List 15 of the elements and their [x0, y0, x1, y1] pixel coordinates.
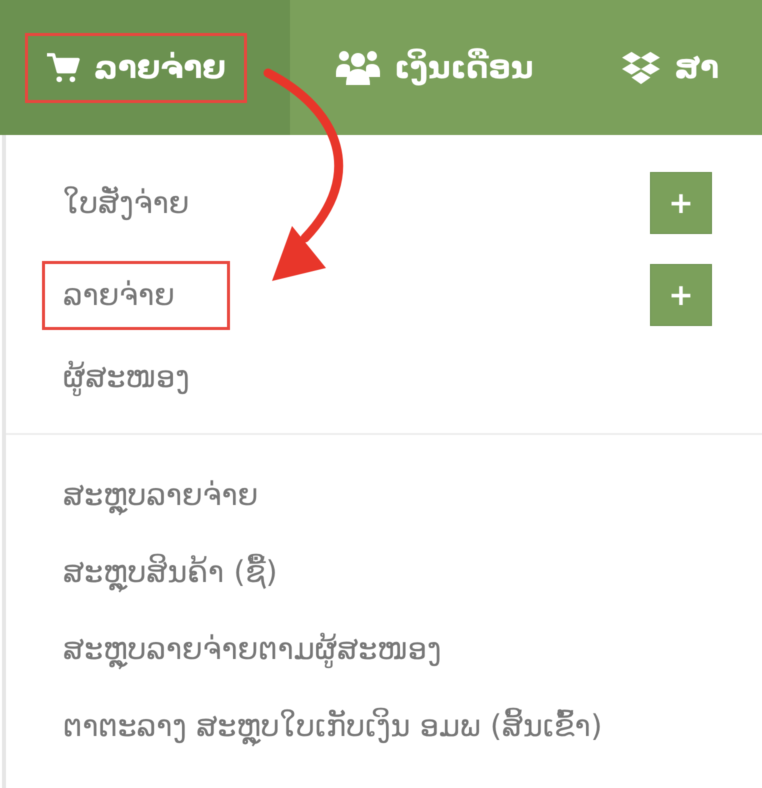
menu-item[interactable]: ລາຍຈ່າຍ	[42, 260, 230, 330]
menu-item[interactable]: ຜູ້ສະໜອງ	[42, 342, 211, 412]
nav-tab[interactable]: ລາຍຈ່າຍ	[0, 0, 290, 135]
menu-item[interactable]: ສະຫຼຸບລາຍຈ່າຍຕາມຜູ້ສະໜອງ	[42, 615, 462, 684]
boxes-icon	[622, 50, 660, 86]
add-button[interactable]: +	[650, 172, 712, 234]
menu-item[interactable]: ສະຫຼຸບສິນຄ້າ (ຊື້)	[42, 538, 298, 607]
add-button[interactable]: +	[650, 264, 712, 326]
menu-item[interactable]: ໃບສັ່ງຈ່າຍ	[42, 168, 210, 238]
nav-tab[interactable]: ເງິນເດືອນ	[290, 0, 576, 135]
cart-icon	[46, 52, 80, 84]
menu-item[interactable]: ຕາຕະລາງ ສະຫຼຸບໃບເກັບເງິນ ອມພ (ສິ້ນເຂົ້າ)	[42, 692, 624, 761]
menu-item[interactable]: ສະຫຼຸບລາຍຈ່າຍ	[42, 461, 280, 530]
nav-tab[interactable]: ສາ	[576, 0, 762, 135]
users-icon	[336, 48, 380, 86]
